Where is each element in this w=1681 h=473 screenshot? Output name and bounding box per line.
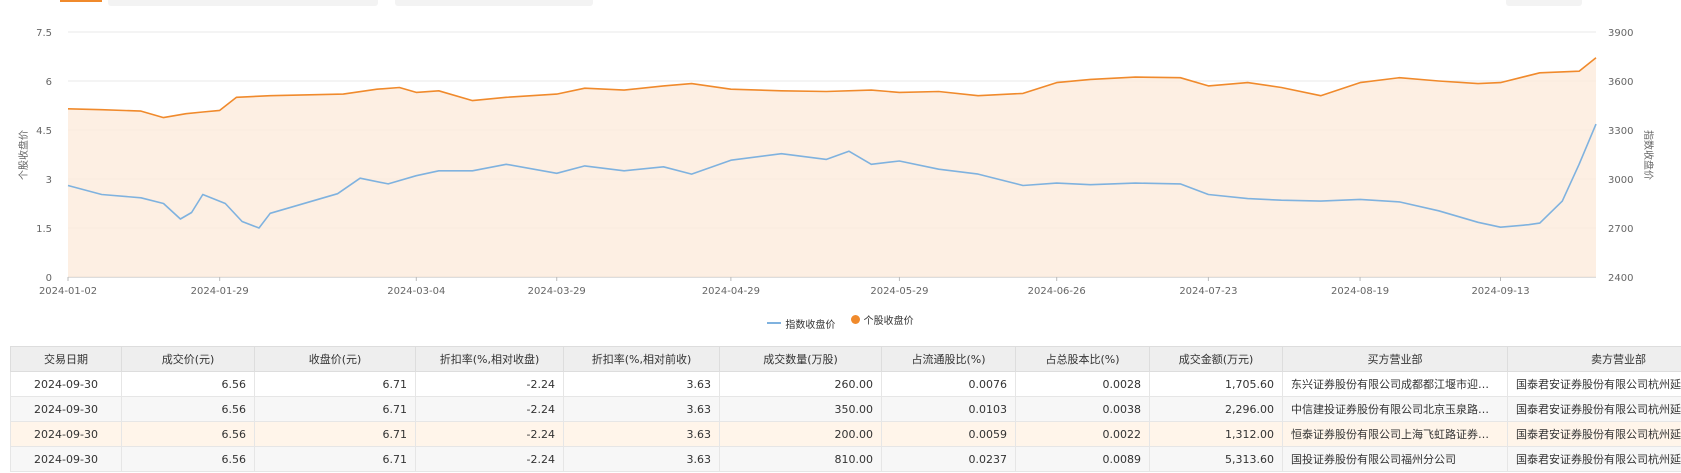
cell-float-ratio: 0.0103	[881, 396, 1016, 422]
right-y-tick: 3900	[1608, 28, 1633, 39]
col-header[interactable]: 收盘价(元)	[254, 346, 416, 372]
cell-float-ratio: 0.0059	[881, 421, 1016, 447]
right-axis-title: 指数收盘价	[1642, 130, 1655, 180]
cell-discount-close: -2.24	[415, 421, 564, 447]
x-tick-label: 2024-05-29	[870, 286, 928, 297]
cell-float-ratio: 0.0237	[881, 446, 1016, 472]
cell-discount-prev: 3.63	[563, 371, 720, 397]
cell-volume: 810.00	[719, 446, 882, 472]
cell-discount-prev: 3.63	[563, 446, 720, 472]
left-y-tick: 0	[46, 273, 52, 284]
cell-discount-close: -2.24	[415, 371, 564, 397]
cell-discount-close: -2.24	[415, 396, 564, 422]
x-tick-label: 2024-01-02	[39, 286, 97, 297]
cell-close: 6.71	[254, 396, 416, 422]
col-header[interactable]: 成交数量(万股)	[719, 346, 882, 372]
chart-legend: 指数收盘价 个股收盘价	[0, 312, 1681, 331]
cell-buyer[interactable]: 恒泰证券股份有限公司上海飞虹路证券营业部	[1282, 421, 1508, 447]
table-row[interactable]: 2024-09-30 6.56 6.71 -2.24 3.63 200.00 0…	[10, 421, 1681, 447]
cell-price: 6.56	[121, 396, 255, 422]
cell-volume: 200.00	[719, 421, 882, 447]
col-header[interactable]: 成交价(元)	[121, 346, 255, 372]
x-tick-label: 2024-01-29	[191, 286, 249, 297]
col-header[interactable]: 交易日期	[10, 346, 122, 372]
cell-seller[interactable]: 国泰君安证券股份有限公司杭州延安路证券营业部	[1507, 446, 1681, 472]
price-chart: 0 1.5 3 4.5 6 7.5 2400 2700 3000 3300 3600 3900 2024…	[17, 28, 1655, 297]
right-y-tick: 3300	[1608, 126, 1633, 137]
col-header[interactable]: 占总股本比(%)	[1015, 346, 1150, 372]
cell-date: 2024-09-30	[10, 396, 122, 422]
cell-discount-close: -2.24	[415, 446, 564, 472]
cell-float-ratio: 0.0076	[881, 371, 1016, 397]
x-tick-label: 2024-08-19	[1331, 286, 1389, 297]
legend-label-stock: 个股收盘价	[863, 316, 914, 327]
cell-date: 2024-09-30	[10, 446, 122, 472]
cell-close: 6.71	[254, 421, 416, 447]
legend-line-icon	[767, 322, 782, 324]
cell-total-ratio: 0.0038	[1015, 396, 1150, 422]
right-y-tick: 3600	[1608, 77, 1633, 88]
left-y-tick: 6	[46, 77, 52, 88]
cell-total-ratio: 0.0028	[1015, 371, 1150, 397]
cell-price: 6.56	[121, 446, 255, 472]
cell-amount: 1,705.60	[1149, 371, 1283, 397]
cell-date: 2024-09-30	[10, 371, 122, 397]
legend-item-index[interactable]: 指数收盘价	[767, 316, 835, 331]
left-y-tick: 7.5	[36, 28, 52, 39]
cell-close: 6.71	[254, 371, 416, 397]
col-header[interactable]: 成交金额(万元)	[1149, 346, 1283, 372]
cell-amount: 5,313.60	[1149, 446, 1283, 472]
cell-seller[interactable]: 国泰君安证券股份有限公司杭州延安路证券营业部	[1507, 371, 1681, 397]
right-y-tick: 2400	[1608, 273, 1633, 284]
cell-close: 6.71	[254, 446, 416, 472]
cell-volume: 350.00	[719, 396, 882, 422]
table-row[interactable]: 2024-09-30 6.56 6.71 -2.24 3.63 810.00 0…	[10, 446, 1681, 472]
cell-total-ratio: 0.0089	[1015, 446, 1150, 472]
x-tick-label: 2024-06-26	[1028, 286, 1086, 297]
table-row[interactable]: 2024-09-30 6.56 6.71 -2.24 3.63 350.00 0…	[10, 396, 1681, 422]
x-tick-label: 2024-07-23	[1179, 286, 1237, 297]
cell-volume: 260.00	[719, 371, 882, 397]
cell-buyer[interactable]: 国投证券股份有限公司福州分公司	[1282, 446, 1508, 472]
legend-dot-icon	[850, 315, 860, 324]
x-tick-label: 2024-03-29	[528, 286, 586, 297]
cell-seller[interactable]: 国泰君安证券股份有限公司杭州延安路证券营业部	[1507, 421, 1681, 447]
cell-buyer[interactable]: 中信建投证券股份有限公司北京玉泉路证券营业部	[1282, 396, 1508, 422]
cell-discount-prev: 3.63	[563, 421, 720, 447]
cell-discount-prev: 3.63	[563, 396, 720, 422]
block-trade-table: 交易日期 成交价(元) 收盘价(元) 折扣率(%,相对收盘) 折扣率(%,相对前…	[10, 346, 1681, 472]
col-header[interactable]: 买方营业部	[1282, 346, 1508, 372]
cell-price: 6.56	[121, 371, 255, 397]
col-header[interactable]: 折扣率(%,相对收盘)	[415, 346, 564, 372]
left-y-tick: 1.5	[36, 224, 52, 235]
x-tick-label: 2024-04-29	[702, 286, 760, 297]
table-header-row: 交易日期 成交价(元) 收盘价(元) 折扣率(%,相对收盘) 折扣率(%,相对前…	[10, 346, 1681, 372]
col-header[interactable]: 折扣率(%,相对前收)	[563, 346, 720, 372]
right-y-tick: 2700	[1608, 224, 1633, 235]
x-tick-label: 2024-03-04	[387, 286, 445, 297]
legend-item-stock[interactable]: 个股收盘价	[850, 312, 914, 327]
cell-price: 6.56	[121, 421, 255, 447]
x-tick-label: 2024-09-13	[1471, 286, 1529, 297]
cell-amount: 2,296.00	[1149, 396, 1283, 422]
cell-seller[interactable]: 国泰君安证券股份有限公司杭州延安路证券营业部	[1507, 396, 1681, 422]
legend-label-index: 指数收盘价	[785, 319, 836, 331]
right-y-tick: 3000	[1608, 175, 1633, 186]
table-row[interactable]: 2024-09-30 6.56 6.71 -2.24 3.63 260.00 0…	[10, 371, 1681, 397]
cell-date: 2024-09-30	[10, 421, 122, 447]
cell-total-ratio: 0.0022	[1015, 421, 1150, 447]
cell-buyer[interactable]: 东兴证券股份有限公司成都都江堰市迎宾大道证券营业部	[1282, 371, 1508, 397]
left-y-tick: 3	[46, 175, 52, 186]
col-header[interactable]: 占流通股比(%)	[881, 346, 1016, 372]
left-axis-title: 个股收盘价	[17, 130, 30, 180]
col-header[interactable]: 卖方营业部	[1507, 346, 1681, 372]
cell-amount: 1,312.00	[1149, 421, 1283, 447]
left-y-tick: 4.5	[36, 126, 52, 137]
